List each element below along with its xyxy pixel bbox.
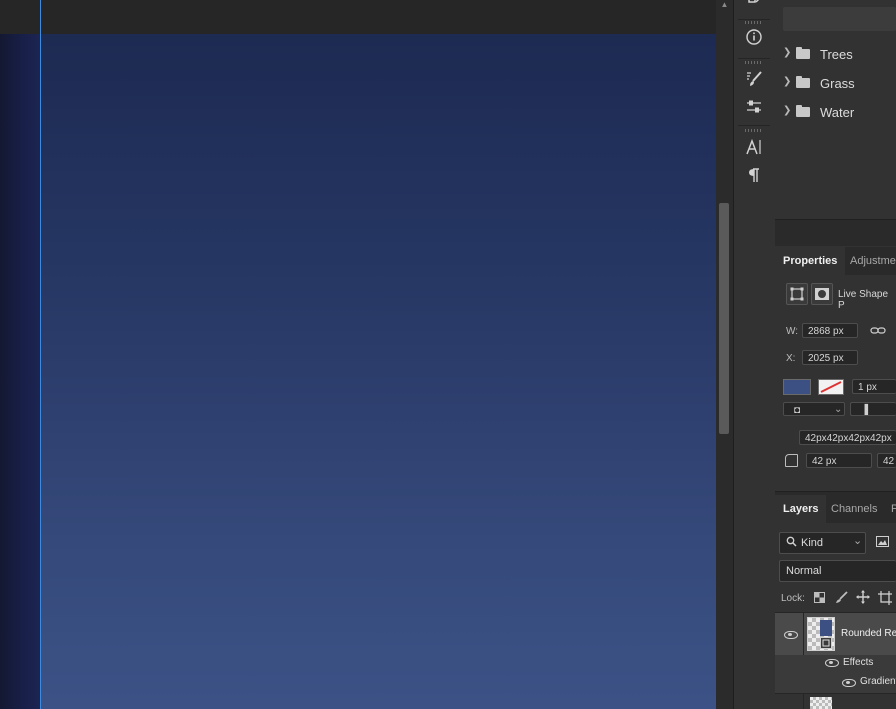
lock-transparent-pixels-icon[interactable]: [814, 592, 825, 606]
chevron-right-icon[interactable]: ❯: [783, 76, 791, 87]
group-row-grass[interactable]: ❯ Grass: [775, 69, 896, 98]
scroll-up-arrow-icon[interactable]: ▲: [716, 0, 733, 10]
document-top-bar: [0, 0, 716, 34]
canvas-guide-line[interactable]: [40, 0, 41, 709]
effects-visibility-eye-icon[interactable]: [825, 659, 839, 667]
width-field[interactable]: 2868 px: [802, 323, 858, 338]
shape-layer-badge-icon: [820, 637, 832, 649]
canvas-artboard[interactable]: [40, 34, 716, 709]
mask-icon[interactable]: [811, 283, 833, 305]
search-icon: [786, 533, 797, 553]
filter-kind-label: Kind: [801, 537, 824, 549]
lock-image-pixels-icon[interactable]: [834, 591, 848, 607]
chevron-right-icon[interactable]: ❯: [783, 47, 791, 58]
group-label: Trees: [820, 47, 853, 62]
lock-position-icon[interactable]: [856, 590, 870, 607]
layer-name[interactable]: Rounded Re: [841, 628, 896, 639]
canvas-scrollbar-thumb[interactable]: [719, 203, 729, 434]
panel-gap: [775, 220, 896, 246]
tab-layers[interactable]: Layers: [775, 495, 827, 523]
next-layer-thumbnail[interactable]: [810, 697, 832, 709]
chevron-down-icon: ⌄: [834, 404, 843, 415]
tab-adjustments[interactable]: Adjustme: [850, 247, 896, 275]
panel-dock: [733, 0, 776, 709]
blend-mode-select[interactable]: Normal: [779, 560, 896, 582]
group-row-trees[interactable]: ❯ Trees: [775, 40, 896, 69]
image-filter-icon[interactable]: [876, 536, 889, 550]
properties-tab-bar: Properties Adjustme: [775, 247, 896, 275]
visibility-eye-icon[interactable]: [784, 631, 798, 639]
corner-top-right-field[interactable]: 42: [877, 453, 896, 468]
stroke-width-field[interactable]: 1 px: [852, 379, 896, 394]
link-icon[interactable]: [870, 325, 886, 340]
live-shape-properties-label: Live Shape P: [838, 289, 889, 311]
tab-properties[interactable]: Properties: [775, 247, 846, 275]
tab-paths[interactable]: P: [891, 495, 896, 523]
folder-icon: [796, 76, 810, 88]
folder-icon: [796, 105, 810, 117]
layer-thumbnail[interactable]: [807, 617, 835, 651]
paragraph-icon[interactable]: [742, 166, 766, 188]
fill-color-swatch[interactable]: [783, 379, 811, 395]
tab-channels[interactable]: Channels: [831, 495, 877, 523]
gradient-effect-label: Gradient: [860, 676, 896, 687]
lock-artboard-icon[interactable]: [878, 591, 892, 608]
group-label: Water: [820, 105, 855, 120]
corner-radii-field[interactable]: 42px42px42px42px: [799, 430, 896, 445]
layers-tab-bar: Layers Channels P: [775, 495, 896, 523]
pasteboard: [0, 34, 40, 709]
brush-settings-icon[interactable]: [742, 70, 766, 92]
stroke-options-select[interactable]: ▐: [850, 402, 896, 416]
layer-filter-kind-select[interactable]: Kind ⌄: [779, 532, 866, 554]
group-row-water[interactable]: ❯ Water: [775, 98, 896, 127]
lock-label: Lock:: [781, 593, 805, 604]
stroke-type-select[interactable]: ◘ ⌄: [783, 402, 845, 416]
effects-label: Effects: [843, 657, 874, 668]
corner-radius-icon: [785, 454, 798, 467]
width-label: W:: [786, 326, 799, 337]
adjustments-sliders-icon[interactable]: [742, 98, 766, 120]
live-shape-transform-icon[interactable]: [786, 283, 808, 305]
panel-search-strip[interactable]: [783, 7, 896, 31]
chevron-down-icon: ⌄: [853, 535, 863, 547]
info-icon[interactable]: [742, 28, 766, 50]
history-icon[interactable]: [742, 0, 766, 16]
stroke-color-swatch[interactable]: [818, 379, 844, 395]
stroke-align-icon: ◘: [794, 405, 801, 416]
character-panel-icon[interactable]: [742, 138, 766, 160]
corner-top-left-field[interactable]: 42 px: [806, 453, 872, 468]
x-label: X:: [786, 353, 796, 364]
chevron-right-icon[interactable]: ❯: [783, 105, 791, 116]
stroke-cap-icon: ▐: [861, 405, 869, 416]
group-label: Grass: [820, 76, 855, 91]
gradient-visibility-eye-icon[interactable]: [842, 679, 856, 687]
x-position-field[interactable]: 2025 px: [802, 350, 858, 365]
folder-icon: [796, 47, 810, 59]
